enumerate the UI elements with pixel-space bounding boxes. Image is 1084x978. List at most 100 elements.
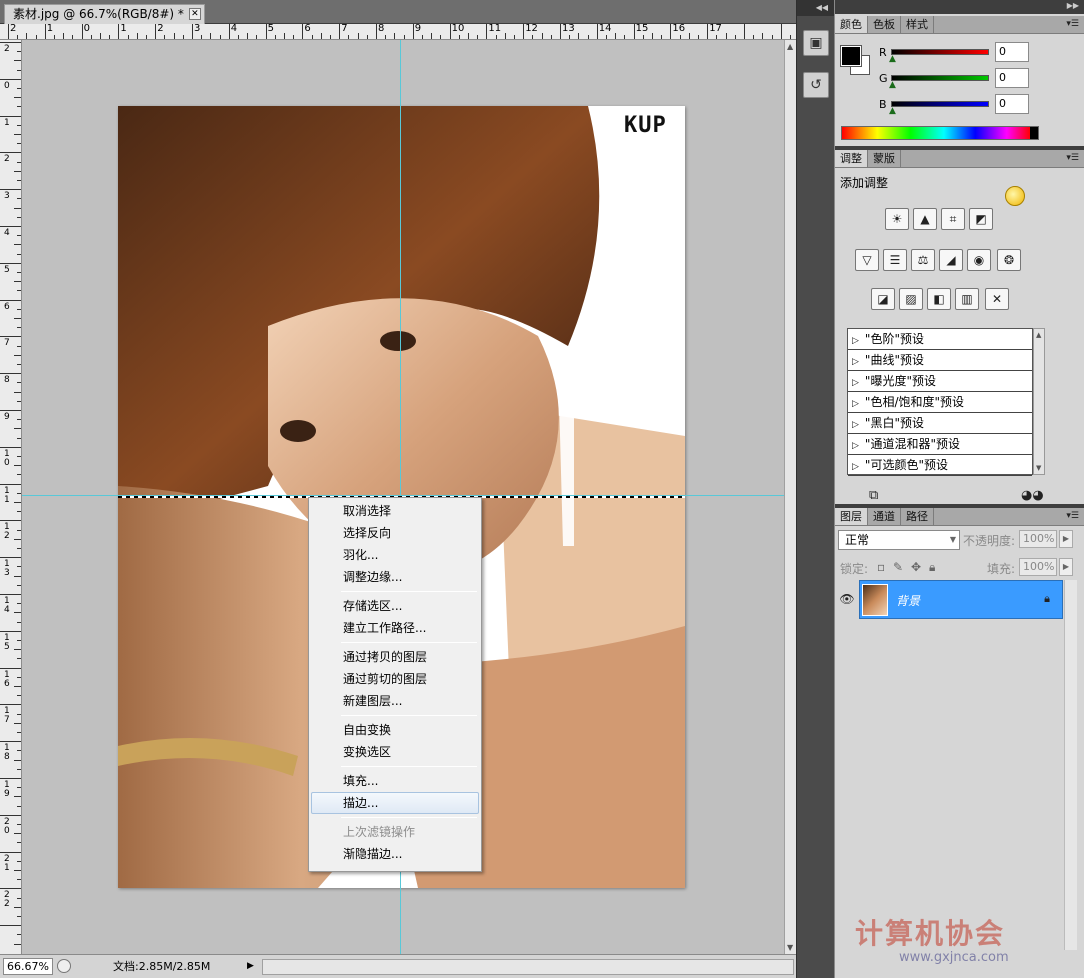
view-previous-state-icon[interactable]: ◕◕	[1021, 488, 1044, 503]
threshold-icon[interactable]: ◧	[927, 288, 951, 310]
expand-triangle-icon[interactable]: ▷	[852, 357, 859, 367]
invert-icon[interactable]: ◪	[871, 288, 895, 310]
expand-triangle-icon[interactable]: ▷	[852, 462, 859, 472]
tab-paths[interactable]: 路径	[901, 508, 934, 525]
expand-triangle-icon[interactable]: ▷	[852, 441, 859, 451]
menu-item-select-inverse[interactable]: 选择反向	[311, 522, 479, 544]
color-spectrum-bar[interactable]	[841, 126, 1039, 140]
scroll-down-icon[interactable]: ▼	[1036, 464, 1041, 472]
red-slider[interactable]	[891, 49, 989, 55]
menu-item-free-transform[interactable]: 自由变换	[311, 719, 479, 741]
list-item[interactable]: ▷ "曲线"预设	[848, 350, 1032, 371]
document-size-info[interactable]: 文档:2.85M/2.85M	[113, 958, 210, 975]
zoom-level-field[interactable]: 66.67%	[3, 958, 53, 975]
blue-value-input[interactable]: 0	[995, 94, 1029, 114]
green-value-input[interactable]: 0	[995, 68, 1029, 88]
menu-item-feather[interactable]: 羽化...	[311, 544, 479, 566]
posterize-icon[interactable]: ▨	[899, 288, 923, 310]
document-tab[interactable]: 素材.jpg @ 66.7%(RGB/8#) * ✕	[4, 4, 205, 24]
lock-image-icon[interactable]: ✎	[893, 560, 903, 574]
channel-mixer-icon[interactable]: ❂	[997, 249, 1021, 271]
lock-position-icon[interactable]: ✥	[911, 560, 921, 574]
list-item[interactable]: ▷ "色相/饱和度"预设	[848, 392, 1032, 413]
fill-input[interactable]: 100%	[1019, 558, 1057, 576]
tab-masks[interactable]: 蒙版	[868, 150, 901, 167]
vibrance-icon[interactable]: ▽	[855, 249, 879, 271]
green-slider-thumb-icon[interactable]: ▲	[889, 80, 896, 90]
scroll-up-icon[interactable]: ▲	[1036, 331, 1041, 339]
foreground-color-swatch[interactable]	[840, 45, 862, 67]
exposure-icon[interactable]: ◩	[969, 208, 993, 230]
tab-layers[interactable]: 图层	[835, 508, 868, 525]
layer-row-background[interactable]: 背景 🔒︎	[859, 580, 1063, 619]
horizontal-ruler[interactable]: 2 1 0 1 2 3 4 5 6 7 8 9 10 11 12 13 14 15 16 17	[0, 24, 796, 40]
menu-item-make-work-path[interactable]: 建立工作路径...	[311, 617, 479, 639]
lock-all-icon[interactable]: 🔒︎	[929, 560, 935, 575]
clip-to-layer-icon[interactable]: ⧉	[869, 488, 878, 503]
list-item[interactable]: ▷ "曝光度"预设	[848, 371, 1032, 392]
photo-filter-icon[interactable]: ◉	[967, 249, 991, 271]
panel-menu-icon[interactable]: ▾☰	[1066, 153, 1079, 163]
eye-icon[interactable]: 👁︎	[838, 590, 856, 608]
expand-triangle-icon[interactable]: ▷	[852, 336, 859, 346]
list-item[interactable]: ▷ "可选颜色"预设	[848, 455, 1032, 476]
vertical-scrollbar[interactable]: ▲ ▼	[784, 40, 796, 954]
expand-triangle-icon[interactable]: ▷	[852, 378, 859, 388]
list-item[interactable]: ▷ "黑白"预设	[848, 413, 1032, 434]
fill-arrow-icon[interactable]: ▶	[1059, 558, 1073, 576]
tab-adjustments[interactable]: 调整	[835, 150, 868, 167]
black-white-icon[interactable]: ◢	[939, 249, 963, 271]
scroll-down-icon[interactable]: ▼	[787, 943, 793, 952]
menu-item-layer-via-cut[interactable]: 通过剪切的图层	[311, 668, 479, 690]
tab-color[interactable]: 颜色	[835, 16, 868, 33]
blue-slider[interactable]	[891, 101, 989, 107]
layers-scrollbar[interactable]	[1064, 580, 1077, 950]
opacity-input[interactable]: 100%	[1019, 530, 1057, 548]
blend-mode-select[interactable]: 正常 ▼	[838, 530, 960, 550]
menu-item-save-selection[interactable]: 存储选区...	[311, 595, 479, 617]
selective-color-icon[interactable]: ✕	[985, 288, 1009, 310]
menu-item-new-layer[interactable]: 新建图层...	[311, 690, 479, 712]
collapse-arrows-icon[interactable]: ◀◀	[797, 0, 834, 16]
menu-item-fade-stroke[interactable]: 渐隐描边...	[311, 843, 479, 865]
navigator-icon[interactable]: ▣	[803, 30, 829, 56]
presets-scrollbar[interactable]: ▲ ▼	[1033, 328, 1045, 475]
red-slider-thumb-icon[interactable]: ▲	[889, 54, 896, 64]
red-value-input[interactable]: 0	[995, 42, 1029, 62]
status-menu-arrow-icon[interactable]: ▶	[247, 958, 259, 975]
opacity-arrow-icon[interactable]: ▶	[1059, 530, 1073, 548]
brightness-contrast-icon[interactable]: ☀	[885, 208, 909, 230]
expand-triangle-icon[interactable]: ▷	[852, 420, 859, 430]
list-item[interactable]: ▷ "通道混和器"预设	[848, 434, 1032, 455]
menu-item-stroke[interactable]: 描边...	[311, 792, 479, 814]
tab-styles[interactable]: 样式	[901, 16, 934, 33]
expand-triangle-icon[interactable]: ▷	[852, 399, 859, 409]
menu-item-deselect[interactable]: 取消选择	[311, 500, 479, 522]
scroll-up-icon[interactable]: ▲	[787, 42, 793, 51]
green-slider[interactable]	[891, 75, 989, 81]
layer-name[interactable]: 背景	[896, 592, 920, 609]
levels-icon[interactable]: ▲	[913, 208, 937, 230]
history-icon[interactable]: ↺	[803, 72, 829, 98]
menu-item-fill[interactable]: 填充...	[311, 770, 479, 792]
zoom-options-icon[interactable]	[57, 959, 71, 973]
tab-swatches[interactable]: 色板	[868, 16, 901, 33]
menu-item-transform-selection[interactable]: 变换选区	[311, 741, 479, 763]
blue-slider-thumb-icon[interactable]: ▲	[889, 106, 896, 116]
list-item[interactable]: ▷ "色阶"预设	[848, 329, 1032, 350]
panel-menu-icon[interactable]: ▾☰	[1066, 511, 1079, 521]
menu-item-refine-edge[interactable]: 调整边缘...	[311, 566, 479, 588]
curves-icon[interactable]: ⌗	[941, 208, 965, 230]
close-tab-icon[interactable]: ✕	[188, 8, 201, 20]
ruler-tick	[81, 24, 83, 39]
tab-channels[interactable]: 通道	[868, 508, 901, 525]
collapse-dock-icon[interactable]: ▶▶	[1067, 1, 1079, 10]
panel-menu-icon[interactable]: ▾☰	[1066, 19, 1079, 29]
vertical-ruler[interactable]: 2 0 1 2 3 4 5 6 7 8 9 1 0 1 1 1 2 1 3 1 4 1 5 1 6 1 7 1 8 1 …	[0, 40, 22, 954]
horizontal-scrollbar[interactable]	[262, 959, 794, 975]
lock-transparent-icon[interactable]: ▫	[877, 560, 885, 574]
color-balance-icon[interactable]: ⚖	[911, 249, 935, 271]
menu-item-layer-via-copy[interactable]: 通过拷贝的图层	[311, 646, 479, 668]
gradient-map-icon[interactable]: ▥	[955, 288, 979, 310]
hue-saturation-icon[interactable]: ☰	[883, 249, 907, 271]
